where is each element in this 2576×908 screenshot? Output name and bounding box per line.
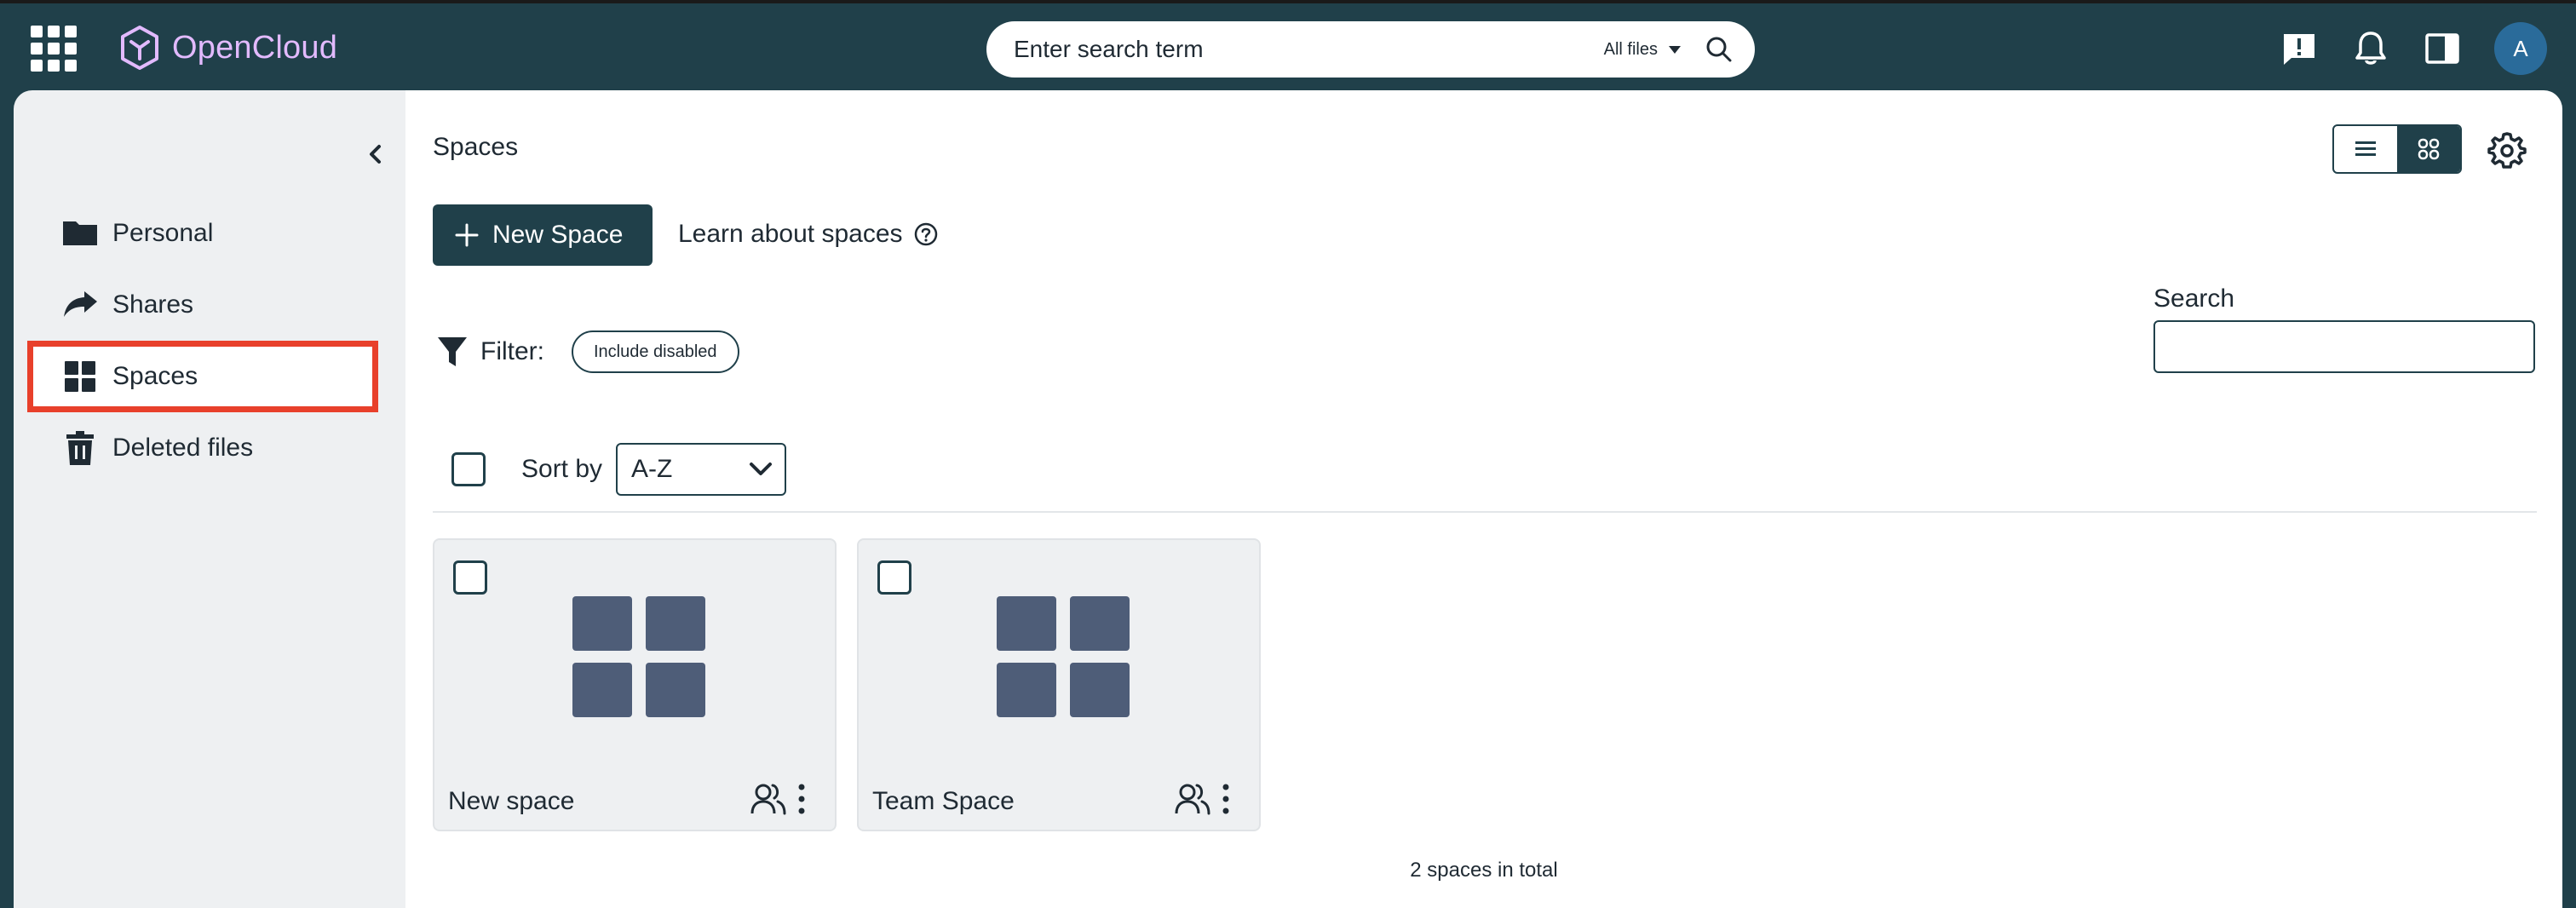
sidebar-item-deleted-files[interactable]: Deleted files (27, 412, 378, 484)
new-space-button[interactable]: New Space (433, 204, 653, 266)
space-placeholder-icon (997, 596, 1130, 717)
divider (433, 511, 2537, 513)
sidebar-item-personal[interactable]: Personal (27, 198, 378, 269)
collapse-sidebar-icon[interactable] (354, 133, 397, 175)
app-name: OpenCloud (172, 29, 338, 66)
learn-about-spaces-label: Learn about spaces (678, 220, 903, 248)
sidebar-item-spaces[interactable]: Spaces (27, 341, 378, 412)
trash-icon (61, 429, 99, 467)
breadcrumb[interactable]: Spaces (433, 133, 518, 162)
sort-select[interactable]: A-Z (616, 443, 787, 496)
search-scope-dropdown[interactable]: All files (1604, 40, 1682, 60)
help-circle-icon (914, 222, 937, 246)
sidebar: Personal Shares Spaces Deleted files (14, 90, 405, 908)
feedback-icon[interactable] (2280, 29, 2319, 68)
more-options-icon[interactable] (1216, 780, 1235, 818)
new-space-label: New Space (492, 221, 624, 249)
global-search: All files (986, 21, 1755, 78)
sidebar-item-label: Deleted files (112, 434, 254, 462)
opencloud-logo-icon (121, 26, 158, 70)
filter-row: Filter: Include disabled (436, 330, 739, 373)
bell-icon[interactable] (2351, 29, 2390, 68)
include-disabled-filter-chip[interactable]: Include disabled (572, 330, 739, 373)
list-icon (2355, 141, 2376, 156)
space-select-checkbox[interactable] (877, 560, 911, 595)
app-switcher-icon[interactable] (31, 26, 77, 72)
sidebar-item-label: Spaces (112, 362, 198, 390)
folder-icon (61, 215, 99, 252)
sidebar-item-label: Personal (112, 219, 214, 247)
plus-icon (455, 223, 479, 247)
share-arrow-icon (61, 286, 99, 324)
filter-funnel-icon (438, 337, 467, 366)
members-icon[interactable] (750, 780, 787, 818)
search-scope-label: All files (1603, 39, 1658, 59)
sort-label: Sort by (521, 455, 603, 483)
sidebar-item-label: Shares (112, 290, 194, 319)
space-card[interactable]: Team Space (857, 538, 1261, 831)
search-input[interactable] (1014, 36, 1604, 63)
learn-about-spaces-link[interactable]: Learn about spaces (678, 220, 939, 249)
space-name[interactable]: Team Space (872, 787, 1015, 816)
main-content: Spaces New Space Learn about spaces Filt… (405, 90, 2562, 908)
view-mode-toggle (2332, 124, 2462, 174)
space-card[interactable]: New space (433, 538, 837, 831)
sort-select-value: A-Z (631, 455, 673, 483)
spaces-grid-icon (61, 358, 99, 395)
search-icon[interactable] (1705, 36, 1733, 63)
tiles-view-button[interactable] (2397, 126, 2460, 172)
sidebar-item-shares[interactable]: Shares (27, 269, 378, 341)
spaces-total-count: 2 spaces in total (1410, 859, 1558, 882)
space-placeholder-icon (572, 596, 705, 717)
space-name[interactable]: New space (448, 787, 574, 816)
space-select-checkbox[interactable] (453, 560, 487, 595)
user-avatar[interactable]: A (2494, 22, 2547, 75)
gear-icon[interactable] (2486, 128, 2528, 170)
sort-row: Sort by A-Z (451, 443, 787, 496)
list-view-button[interactable] (2334, 126, 2397, 172)
members-icon[interactable] (1174, 780, 1211, 818)
filter-label: Filter: (480, 337, 544, 365)
top-bar: OpenCloud All files A (0, 0, 2576, 90)
space-search-input[interactable] (2153, 320, 2535, 373)
space-search-label: Search (2153, 284, 2235, 313)
more-options-icon[interactable] (792, 780, 811, 818)
caret-down-icon (1669, 46, 1681, 54)
sidebar-panel-icon[interactable] (2423, 29, 2462, 68)
opencloud-logo[interactable]: OpenCloud (119, 22, 337, 73)
select-all-checkbox[interactable] (451, 452, 486, 486)
tiles-icon (2418, 138, 2440, 160)
chevron-down-icon (750, 463, 773, 475)
